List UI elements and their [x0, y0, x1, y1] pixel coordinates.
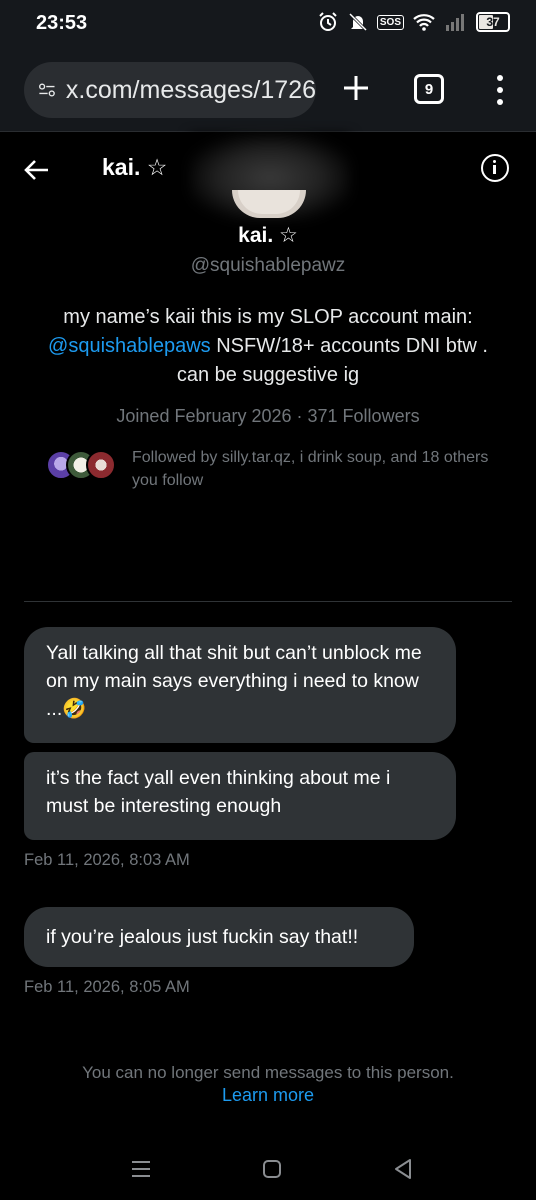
header-title[interactable]: kai. ☆ — [102, 154, 167, 181]
alarm-icon — [317, 11, 339, 33]
url-text[interactable]: x.com/messages/1726 — [66, 76, 316, 105]
back-arrow-icon[interactable] — [22, 155, 52, 185]
bio-mention-link[interactable]: @squishablepaws — [48, 335, 211, 357]
bio-text: my name’s kaii this is my SLOP account m… — [63, 306, 473, 328]
system-nav-bar — [0, 1140, 536, 1200]
sos-indicator: SOS — [376, 14, 404, 30]
recents-icon[interactable] — [126, 1154, 156, 1184]
back-icon[interactable] — [388, 1154, 418, 1184]
signal-icon — [444, 12, 468, 32]
followed-by[interactable]: Followed by silly.tar.qz, i drink soup, … — [46, 446, 516, 496]
blocked-notice: You can no longer send messages to this … — [82, 1063, 454, 1082]
message-bubble[interactable]: if you’re jealous just fuckin say that!! — [24, 907, 414, 967]
conversation-header: kai. ☆ — [0, 133, 536, 205]
battery-icon: 37 — [476, 12, 510, 32]
new-tab-icon[interactable] — [336, 68, 376, 108]
message-timestamp: Feb 11, 2026, 8:05 AM — [24, 978, 190, 996]
url-bar[interactable]: x.com/messages/1726 — [24, 62, 316, 118]
browser-toolbar: x.com/messages/1726 9 — [0, 48, 536, 132]
home-icon[interactable] — [257, 1154, 287, 1184]
divider — [24, 601, 512, 602]
profile-bio: my name’s kaii this is my SLOP account m… — [30, 303, 506, 390]
profile-meta: Joined February 2026 · 371 Followers — [116, 406, 420, 426]
site-settings-icon[interactable] — [38, 77, 56, 103]
status-bar: 23:53 SOS 37 — [0, 0, 536, 48]
followed-by-text: Followed by silly.tar.qz, i drink soup, … — [132, 449, 489, 489]
bell-off-icon — [347, 11, 369, 33]
learn-more-link[interactable]: Learn more — [0, 1085, 536, 1106]
battery-level: 37 — [486, 15, 500, 29]
bio-text-end: NSFW/18+ accounts DNI btw . can be sugge… — [176, 335, 488, 386]
wifi-icon — [412, 12, 436, 32]
message-bubble[interactable]: it’s the fact yall even thinking about m… — [24, 752, 456, 840]
info-icon[interactable] — [481, 154, 509, 182]
tab-switcher-button[interactable]: 9 — [414, 74, 444, 104]
status-time: 23:53 — [36, 12, 88, 34]
message-timestamp: Feb 11, 2026, 8:03 AM — [24, 851, 190, 869]
more-menu-icon[interactable] — [490, 70, 510, 110]
follower-avatar — [86, 450, 116, 480]
status-icons: SOS 37 — [317, 11, 510, 33]
profile-handle[interactable]: @squishablepawz — [0, 255, 536, 277]
profile-name[interactable]: kai. ☆ — [0, 223, 536, 248]
message-bubble[interactable]: Yall talking all that shit but can’t unb… — [24, 627, 456, 743]
